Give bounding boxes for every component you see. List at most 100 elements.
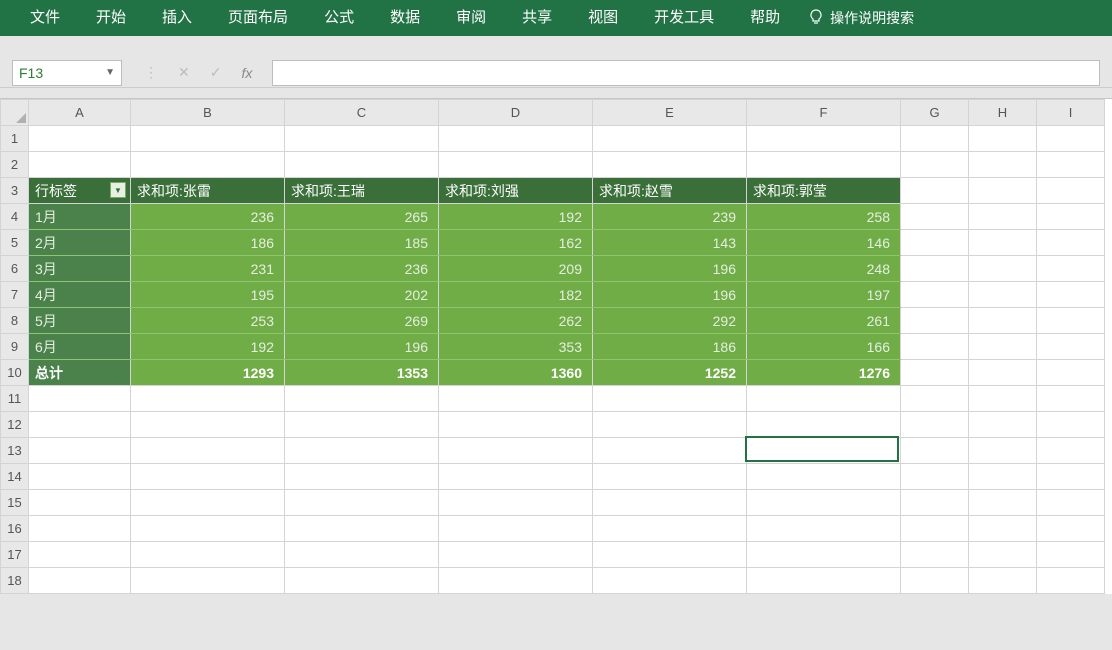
pivot-value[interactable]: 196 (285, 334, 439, 360)
cell[interactable] (747, 516, 901, 542)
ribbon-tab-help[interactable]: 帮助 (732, 0, 798, 36)
cell[interactable] (747, 412, 901, 438)
pivot-value[interactable]: 253 (131, 308, 285, 334)
pivot-column-header[interactable]: 求和项:张雷 (131, 178, 285, 204)
ribbon-tab-formulas[interactable]: 公式 (306, 0, 372, 36)
pivot-value[interactable]: 185 (285, 230, 439, 256)
cell[interactable] (593, 464, 747, 490)
pivot-value[interactable]: 239 (593, 204, 747, 230)
pivot-value[interactable]: 146 (747, 230, 901, 256)
cell[interactable] (1037, 152, 1105, 178)
cell[interactable] (29, 386, 131, 412)
fx-icon[interactable]: fx (241, 65, 252, 81)
pivot-value[interactable]: 269 (285, 308, 439, 334)
ribbon-tab-data[interactable]: 数据 (372, 0, 438, 36)
pivot-value[interactable]: 258 (747, 204, 901, 230)
ribbon-tab-view[interactable]: 视图 (570, 0, 636, 36)
ribbon-tellme[interactable]: 操作说明搜索 (808, 8, 914, 28)
cell[interactable] (747, 542, 901, 568)
cell[interactable] (1037, 542, 1105, 568)
pivot-row-label[interactable]: 1月 (29, 204, 131, 230)
cell[interactable] (1037, 308, 1105, 334)
cell[interactable] (1037, 360, 1105, 386)
pivot-value[interactable]: 262 (439, 308, 593, 334)
cell[interactable] (969, 126, 1037, 152)
cell[interactable] (593, 412, 747, 438)
col-header-A[interactable]: A (29, 100, 131, 126)
cell[interactable] (1037, 568, 1105, 594)
cell[interactable] (285, 438, 439, 464)
pivot-value[interactable]: 162 (439, 230, 593, 256)
col-header-G[interactable]: G (901, 100, 969, 126)
cell[interactable] (131, 438, 285, 464)
cell[interactable] (1037, 282, 1105, 308)
pivot-rowlabel-header[interactable]: 行标签▼ (29, 178, 131, 204)
cell[interactable] (29, 126, 131, 152)
cell[interactable] (1037, 178, 1105, 204)
cell[interactable] (29, 568, 131, 594)
row-header[interactable]: 1 (1, 126, 29, 152)
cell[interactable] (131, 386, 285, 412)
pivot-total-value[interactable]: 1252 (593, 360, 747, 386)
cell[interactable] (747, 386, 901, 412)
cell[interactable] (901, 334, 969, 360)
row-header[interactable]: 16 (1, 516, 29, 542)
cell[interactable] (131, 464, 285, 490)
cell[interactable] (1037, 204, 1105, 230)
cell[interactable] (901, 464, 969, 490)
pivot-value[interactable]: 261 (747, 308, 901, 334)
pivot-row-label[interactable]: 6月 (29, 334, 131, 360)
cell[interactable] (1037, 256, 1105, 282)
cell[interactable] (1037, 464, 1105, 490)
ribbon-tab-home[interactable]: 开始 (78, 0, 144, 36)
cell[interactable] (285, 542, 439, 568)
cell[interactable] (1037, 230, 1105, 256)
cell[interactable] (901, 282, 969, 308)
pivot-column-header[interactable]: 求和项:刘强 (439, 178, 593, 204)
cell[interactable] (439, 542, 593, 568)
cell[interactable] (29, 516, 131, 542)
pivot-total-label[interactable]: 总计 (29, 360, 131, 386)
pivot-value[interactable]: 186 (131, 230, 285, 256)
cell[interactable] (131, 152, 285, 178)
cell[interactable] (901, 438, 969, 464)
ribbon-tab-share[interactable]: 共享 (504, 0, 570, 36)
pivot-total-value[interactable]: 1276 (747, 360, 901, 386)
cell[interactable] (593, 126, 747, 152)
cell[interactable] (1037, 386, 1105, 412)
cell[interactable] (131, 412, 285, 438)
cell[interactable] (747, 490, 901, 516)
cell[interactable] (1037, 438, 1105, 464)
cell[interactable] (747, 438, 901, 464)
cell[interactable] (285, 386, 439, 412)
pivot-row-label[interactable]: 2月 (29, 230, 131, 256)
cell[interactable] (593, 568, 747, 594)
col-header-H[interactable]: H (969, 100, 1037, 126)
cell[interactable] (29, 464, 131, 490)
pivot-total-value[interactable]: 1293 (131, 360, 285, 386)
cell[interactable] (439, 152, 593, 178)
cell[interactable] (901, 308, 969, 334)
pivot-value[interactable]: 353 (439, 334, 593, 360)
pivot-value[interactable]: 166 (747, 334, 901, 360)
cell[interactable] (285, 126, 439, 152)
cell[interactable] (901, 412, 969, 438)
formula-input[interactable] (272, 60, 1100, 86)
pivot-value[interactable]: 292 (593, 308, 747, 334)
cell[interactable] (285, 152, 439, 178)
cell[interactable] (969, 178, 1037, 204)
pivot-value[interactable]: 236 (285, 256, 439, 282)
select-all-corner[interactable] (1, 100, 29, 126)
row-header[interactable]: 3 (1, 178, 29, 204)
cell[interactable] (131, 568, 285, 594)
cell[interactable] (285, 412, 439, 438)
cell[interactable] (969, 230, 1037, 256)
cell[interactable] (439, 412, 593, 438)
cell[interactable] (29, 412, 131, 438)
row-header[interactable]: 14 (1, 464, 29, 490)
pivot-row-label[interactable]: 4月 (29, 282, 131, 308)
ribbon-tab-insert[interactable]: 插入 (144, 0, 210, 36)
row-header[interactable]: 8 (1, 308, 29, 334)
col-header-I[interactable]: I (1037, 100, 1105, 126)
col-header-D[interactable]: D (439, 100, 593, 126)
